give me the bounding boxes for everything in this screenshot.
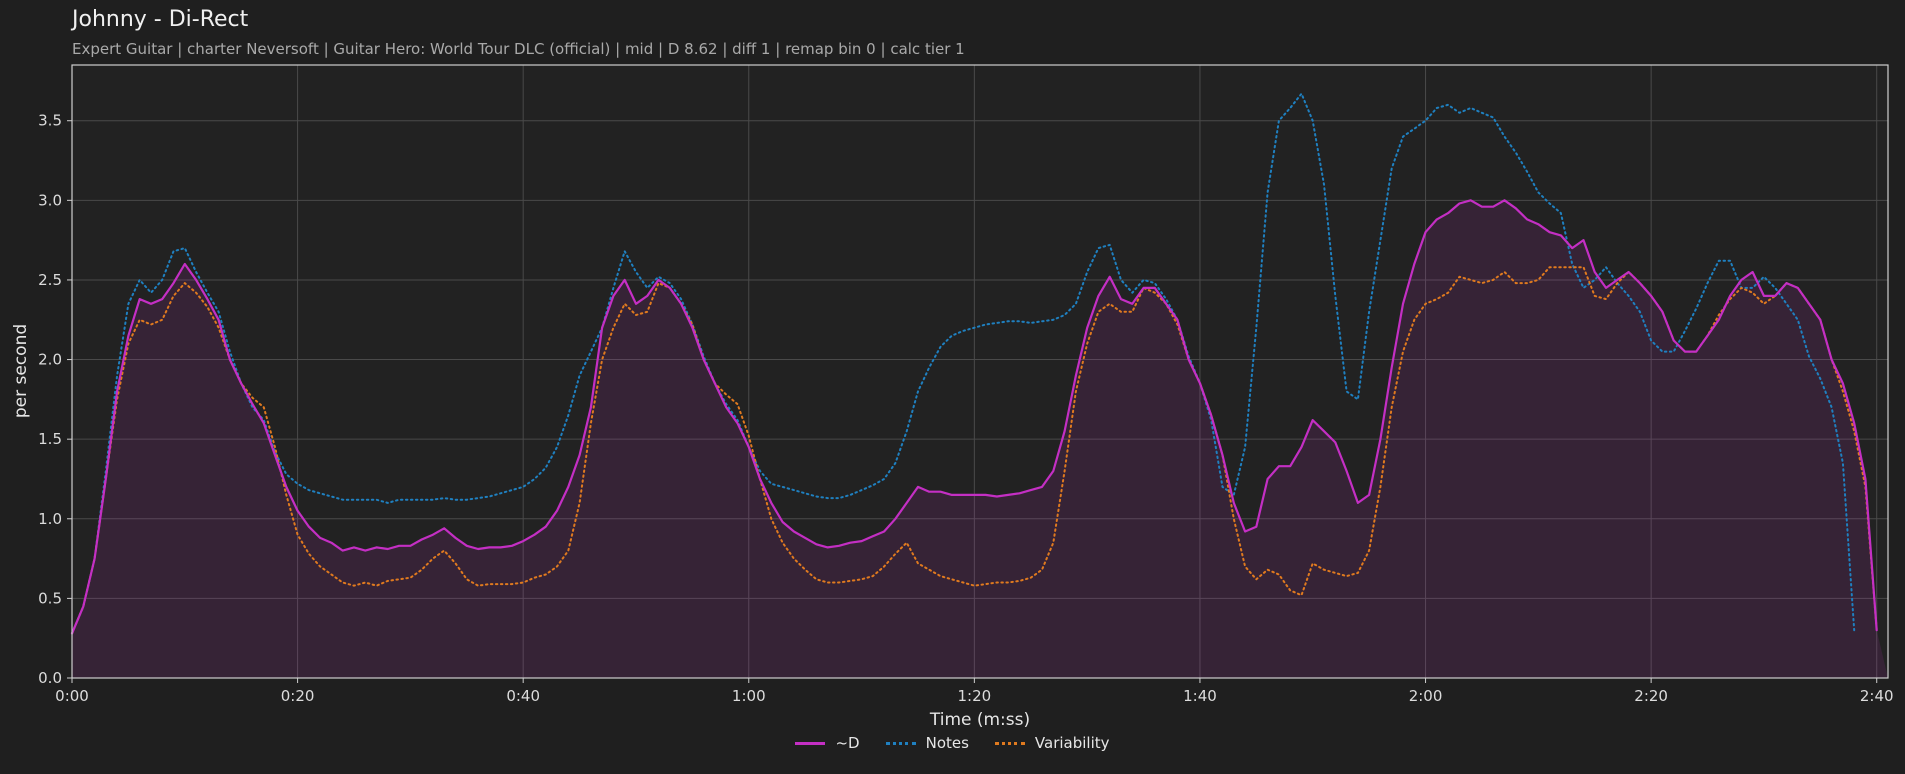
legend-label-variability: Variability <box>1034 734 1110 752</box>
legend-item-d: ~D <box>795 734 860 752</box>
y-tick-label: 3.5 <box>38 112 62 130</box>
legend-swatch-d <box>795 741 826 745</box>
chart-legend: ~D Notes Variability <box>0 734 1905 752</box>
x-tick-label: 2:00 <box>1409 687 1443 705</box>
legend-item-variability: Variability <box>994 734 1110 752</box>
x-tick-label: 0:20 <box>281 687 315 705</box>
legend-label-d: ~D <box>835 734 860 752</box>
y-axis-ticks: 0.0 0.5 1.0 1.5 2.0 2.5 3.0 3.5 <box>38 112 72 687</box>
y-axis-label: per second <box>11 324 31 418</box>
y-tick-label: 0.5 <box>38 589 62 607</box>
legend-swatch-notes <box>885 741 916 745</box>
legend-item-notes: Notes <box>885 734 969 752</box>
x-tick-label: 1:40 <box>1183 687 1217 705</box>
x-tick-label: 2:40 <box>1860 687 1894 705</box>
x-tick-label: 0:00 <box>55 687 89 705</box>
x-axis-ticks: 0:00 0:20 0:40 1:00 1:20 1:40 2:00 2:20 2:40 <box>55 678 1894 705</box>
y-tick-label: 2.5 <box>38 271 62 289</box>
x-tick-label: 0:40 <box>506 687 540 705</box>
y-tick-label: 1.5 <box>38 430 62 448</box>
legend-swatch-variability <box>994 741 1025 745</box>
x-tick-label: 2:20 <box>1634 687 1668 705</box>
y-tick-label: 0.0 <box>38 669 62 687</box>
x-tick-label: 1:20 <box>958 687 992 705</box>
x-axis-label: Time (m:ss) <box>929 710 1030 730</box>
y-tick-label: 1.0 <box>38 510 62 528</box>
legend-label-notes: Notes <box>925 734 969 752</box>
x-tick-label: 1:00 <box>732 687 766 705</box>
y-tick-label: 3.0 <box>38 191 62 209</box>
line-chart: 0:00 0:20 0:40 1:00 1:20 1:40 2:00 2:20 2:40 0.0… <box>11 64 1894 730</box>
y-tick-label: 2.0 <box>38 351 62 369</box>
